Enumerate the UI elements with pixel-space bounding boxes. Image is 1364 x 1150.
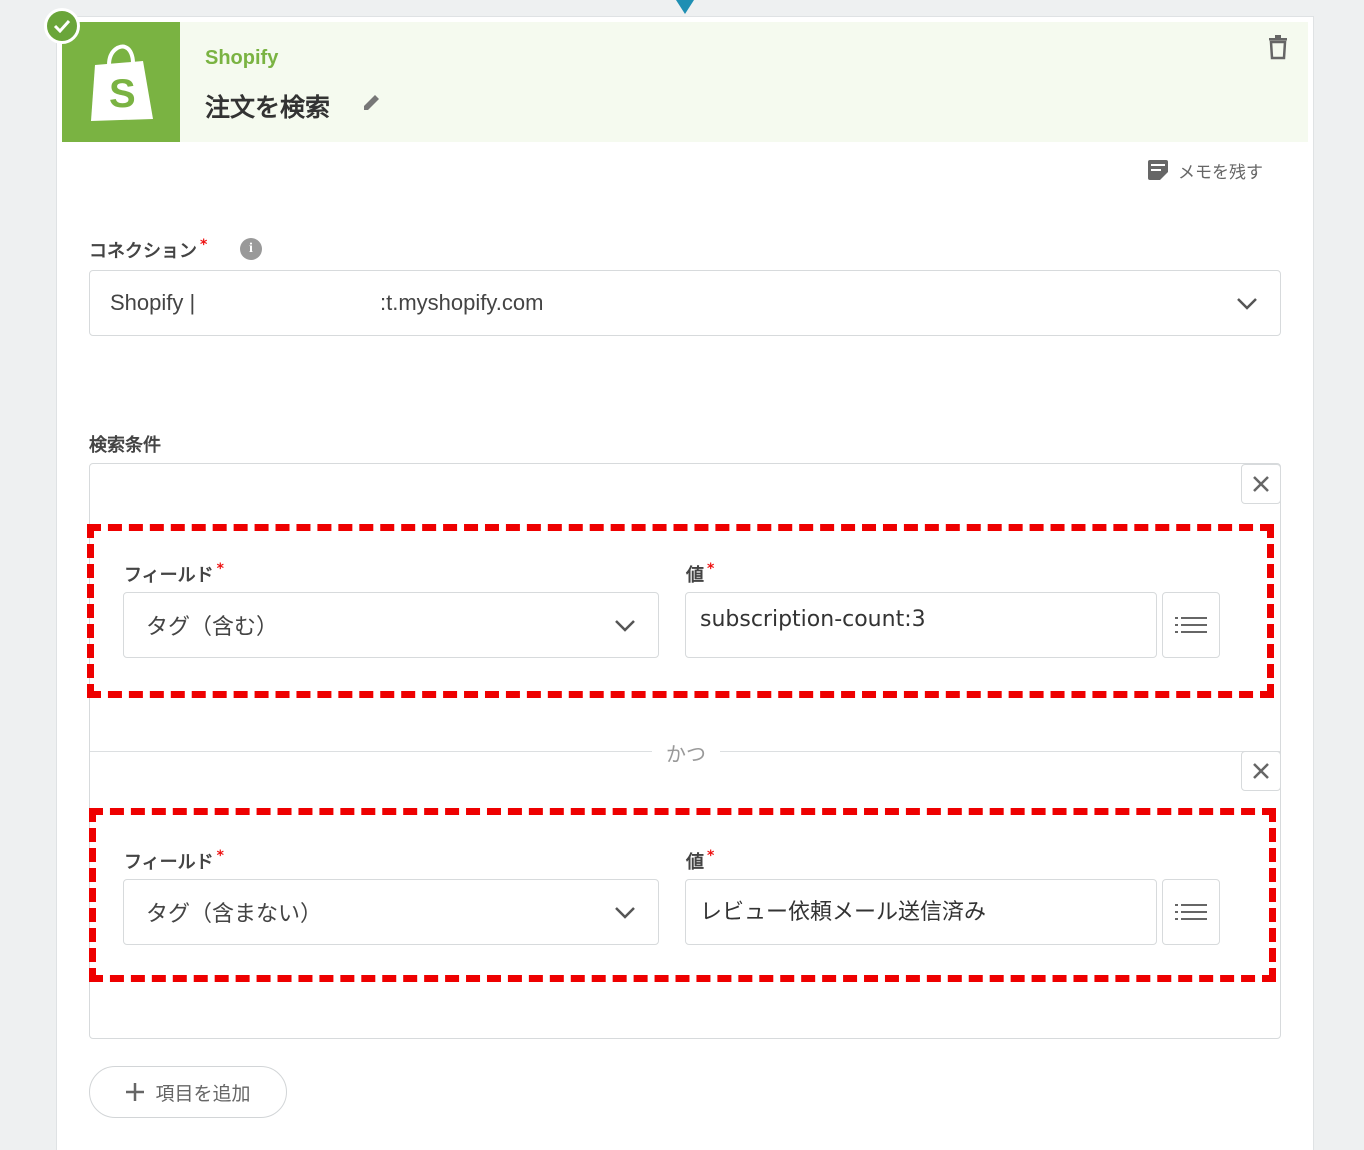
memo-button[interactable]: メモを残す — [1146, 156, 1263, 184]
close-icon — [1253, 476, 1269, 492]
flow-connector-arrow — [676, 0, 694, 14]
required-mark: * — [200, 237, 208, 253]
field-select-value: タグ（含まない） — [146, 902, 323, 927]
required-mark: * — [707, 848, 715, 864]
required-mark: * — [216, 561, 224, 577]
plus-icon — [126, 1083, 145, 1101]
connection-label-text: コネクション — [89, 241, 197, 262]
step-title: 注文を検索 — [205, 93, 331, 122]
field-label-text: フィールド — [124, 565, 214, 586]
trash-icon[interactable] — [1266, 34, 1290, 60]
connection-label: コネクション * — [89, 237, 207, 263]
pencil-icon[interactable] — [360, 90, 384, 114]
field-label: フィールド * — [124, 848, 224, 874]
value-label: 値 * — [686, 848, 714, 874]
add-item-button[interactable]: 項目を追加 — [89, 1066, 287, 1118]
conjunction-label: かつ — [652, 738, 720, 767]
value-input-text: subscription-count:3 — [700, 607, 926, 632]
required-mark: * — [707, 561, 715, 577]
list-icon — [1175, 904, 1207, 920]
value-label: 値 * — [686, 561, 714, 587]
add-item-label: 項目を追加 — [155, 1082, 251, 1105]
value-label-text: 値 — [686, 852, 704, 873]
shopify-bag-icon: S — [91, 44, 153, 121]
field-select[interactable]: タグ（含む） — [123, 592, 659, 658]
chevron-down-icon — [1237, 298, 1257, 310]
value-list-button[interactable] — [1162, 592, 1220, 658]
value-input-text: レビュー依頼メール送信済み — [700, 900, 987, 925]
svg-text:S: S — [109, 72, 136, 116]
value-label-text: 値 — [686, 565, 704, 586]
value-input[interactable]: レビュー依頼メール送信済み — [685, 879, 1157, 945]
required-mark: * — [216, 848, 224, 864]
app-name: Shopify — [205, 47, 279, 69]
value-list-button[interactable] — [1162, 879, 1220, 945]
chevron-down-icon — [615, 620, 635, 632]
connection-value-suffix: :t.myshopify.com — [380, 290, 544, 315]
list-icon — [1175, 617, 1207, 633]
info-icon[interactable]: i — [240, 238, 262, 260]
connection-select[interactable]: Shopify | :t.myshopify.com — [89, 270, 1281, 336]
field-select-value: タグ（含む） — [146, 615, 279, 640]
remove-condition-button[interactable] — [1241, 464, 1281, 504]
value-input[interactable]: subscription-count:3 — [685, 592, 1157, 658]
check-icon — [44, 8, 80, 44]
field-label: フィールド * — [124, 561, 224, 587]
field-select[interactable]: タグ（含まない） — [123, 879, 659, 945]
memo-icon — [1148, 160, 1168, 180]
step-header — [62, 22, 1308, 142]
search-conditions-label: 検索条件 — [89, 435, 161, 456]
field-label-text: フィールド — [124, 852, 214, 873]
chevron-down-icon — [615, 907, 635, 919]
close-icon — [1253, 763, 1269, 779]
memo-label: メモを残す — [1178, 162, 1263, 183]
remove-condition-button[interactable] — [1241, 751, 1281, 791]
connection-value-prefix: Shopify | — [110, 290, 196, 315]
